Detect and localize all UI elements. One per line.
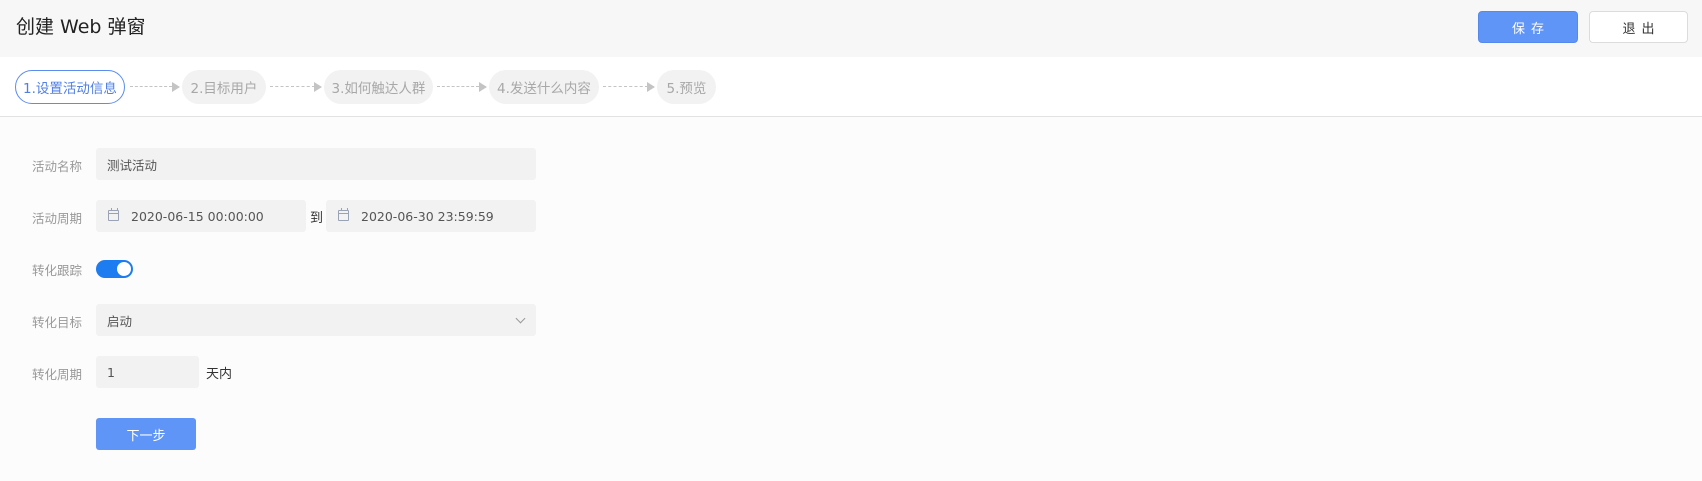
next-step-button[interactable]: 下一步 [96, 418, 196, 450]
activity-period-label: 活动周期 [32, 211, 83, 226]
step-connector [437, 86, 479, 88]
header-bar: 创建 Web 弹窗 保存 退出 [0, 0, 1702, 57]
conversion-goal-label: 转化目标 [32, 315, 83, 330]
conversion-goal-select[interactable]: 启动 [96, 304, 536, 336]
chevron-down-icon [515, 313, 526, 324]
step-connector [603, 86, 648, 88]
activity-name-label: 活动名称 [32, 159, 83, 174]
end-date-picker[interactable]: 2020-06-30 23:59:59 [326, 200, 536, 232]
step-1-activity-info[interactable]: 1.设置活动信息 [15, 70, 125, 104]
activity-name-input[interactable]: 测试活动 [96, 148, 536, 180]
calendar-icon [338, 208, 349, 221]
arrow-right-icon [647, 82, 655, 92]
toggle-knob [117, 262, 131, 276]
arrow-right-icon [314, 82, 322, 92]
conversion-period-unit: 天内 [206, 367, 233, 382]
step-4-send-content[interactable]: 4.发送什么内容 [489, 70, 599, 104]
arrow-right-icon [479, 82, 487, 92]
page-title: 创建 Web 弹窗 [16, 16, 146, 38]
step-5-preview[interactable]: 5.预览 [657, 70, 716, 104]
conversion-period-input[interactable]: 1 [96, 356, 199, 388]
step-3-reach-audience[interactable]: 3.如何触达人群 [324, 70, 433, 104]
activity-name-value: 测试活动 [107, 157, 158, 173]
step-connector [270, 86, 315, 88]
conversion-tracking-toggle[interactable] [96, 260, 133, 278]
save-button[interactable]: 保存 [1478, 11, 1578, 43]
date-range-separator: 到 [310, 211, 324, 226]
start-date-picker[interactable]: 2020-06-15 00:00:00 [96, 200, 306, 232]
step-connector [130, 86, 172, 88]
exit-button[interactable]: 退出 [1589, 11, 1688, 43]
arrow-right-icon [172, 82, 180, 92]
conversion-tracking-label: 转化跟踪 [32, 263, 83, 278]
start-date-value: 2020-06-15 00:00:00 [131, 208, 264, 224]
conversion-period-label: 转化周期 [32, 367, 83, 382]
conversion-goal-value: 启动 [107, 313, 133, 329]
end-date-value: 2020-06-30 23:59:59 [361, 208, 494, 224]
calendar-icon [108, 208, 119, 221]
step-progress-bar: 1.设置活动信息 2.目标用户 3.如何触达人群 4.发送什么内容 5.预览 [0, 57, 1702, 117]
conversion-period-value: 1 [107, 364, 115, 380]
step-2-target-users[interactable]: 2.目标用户 [182, 70, 266, 104]
